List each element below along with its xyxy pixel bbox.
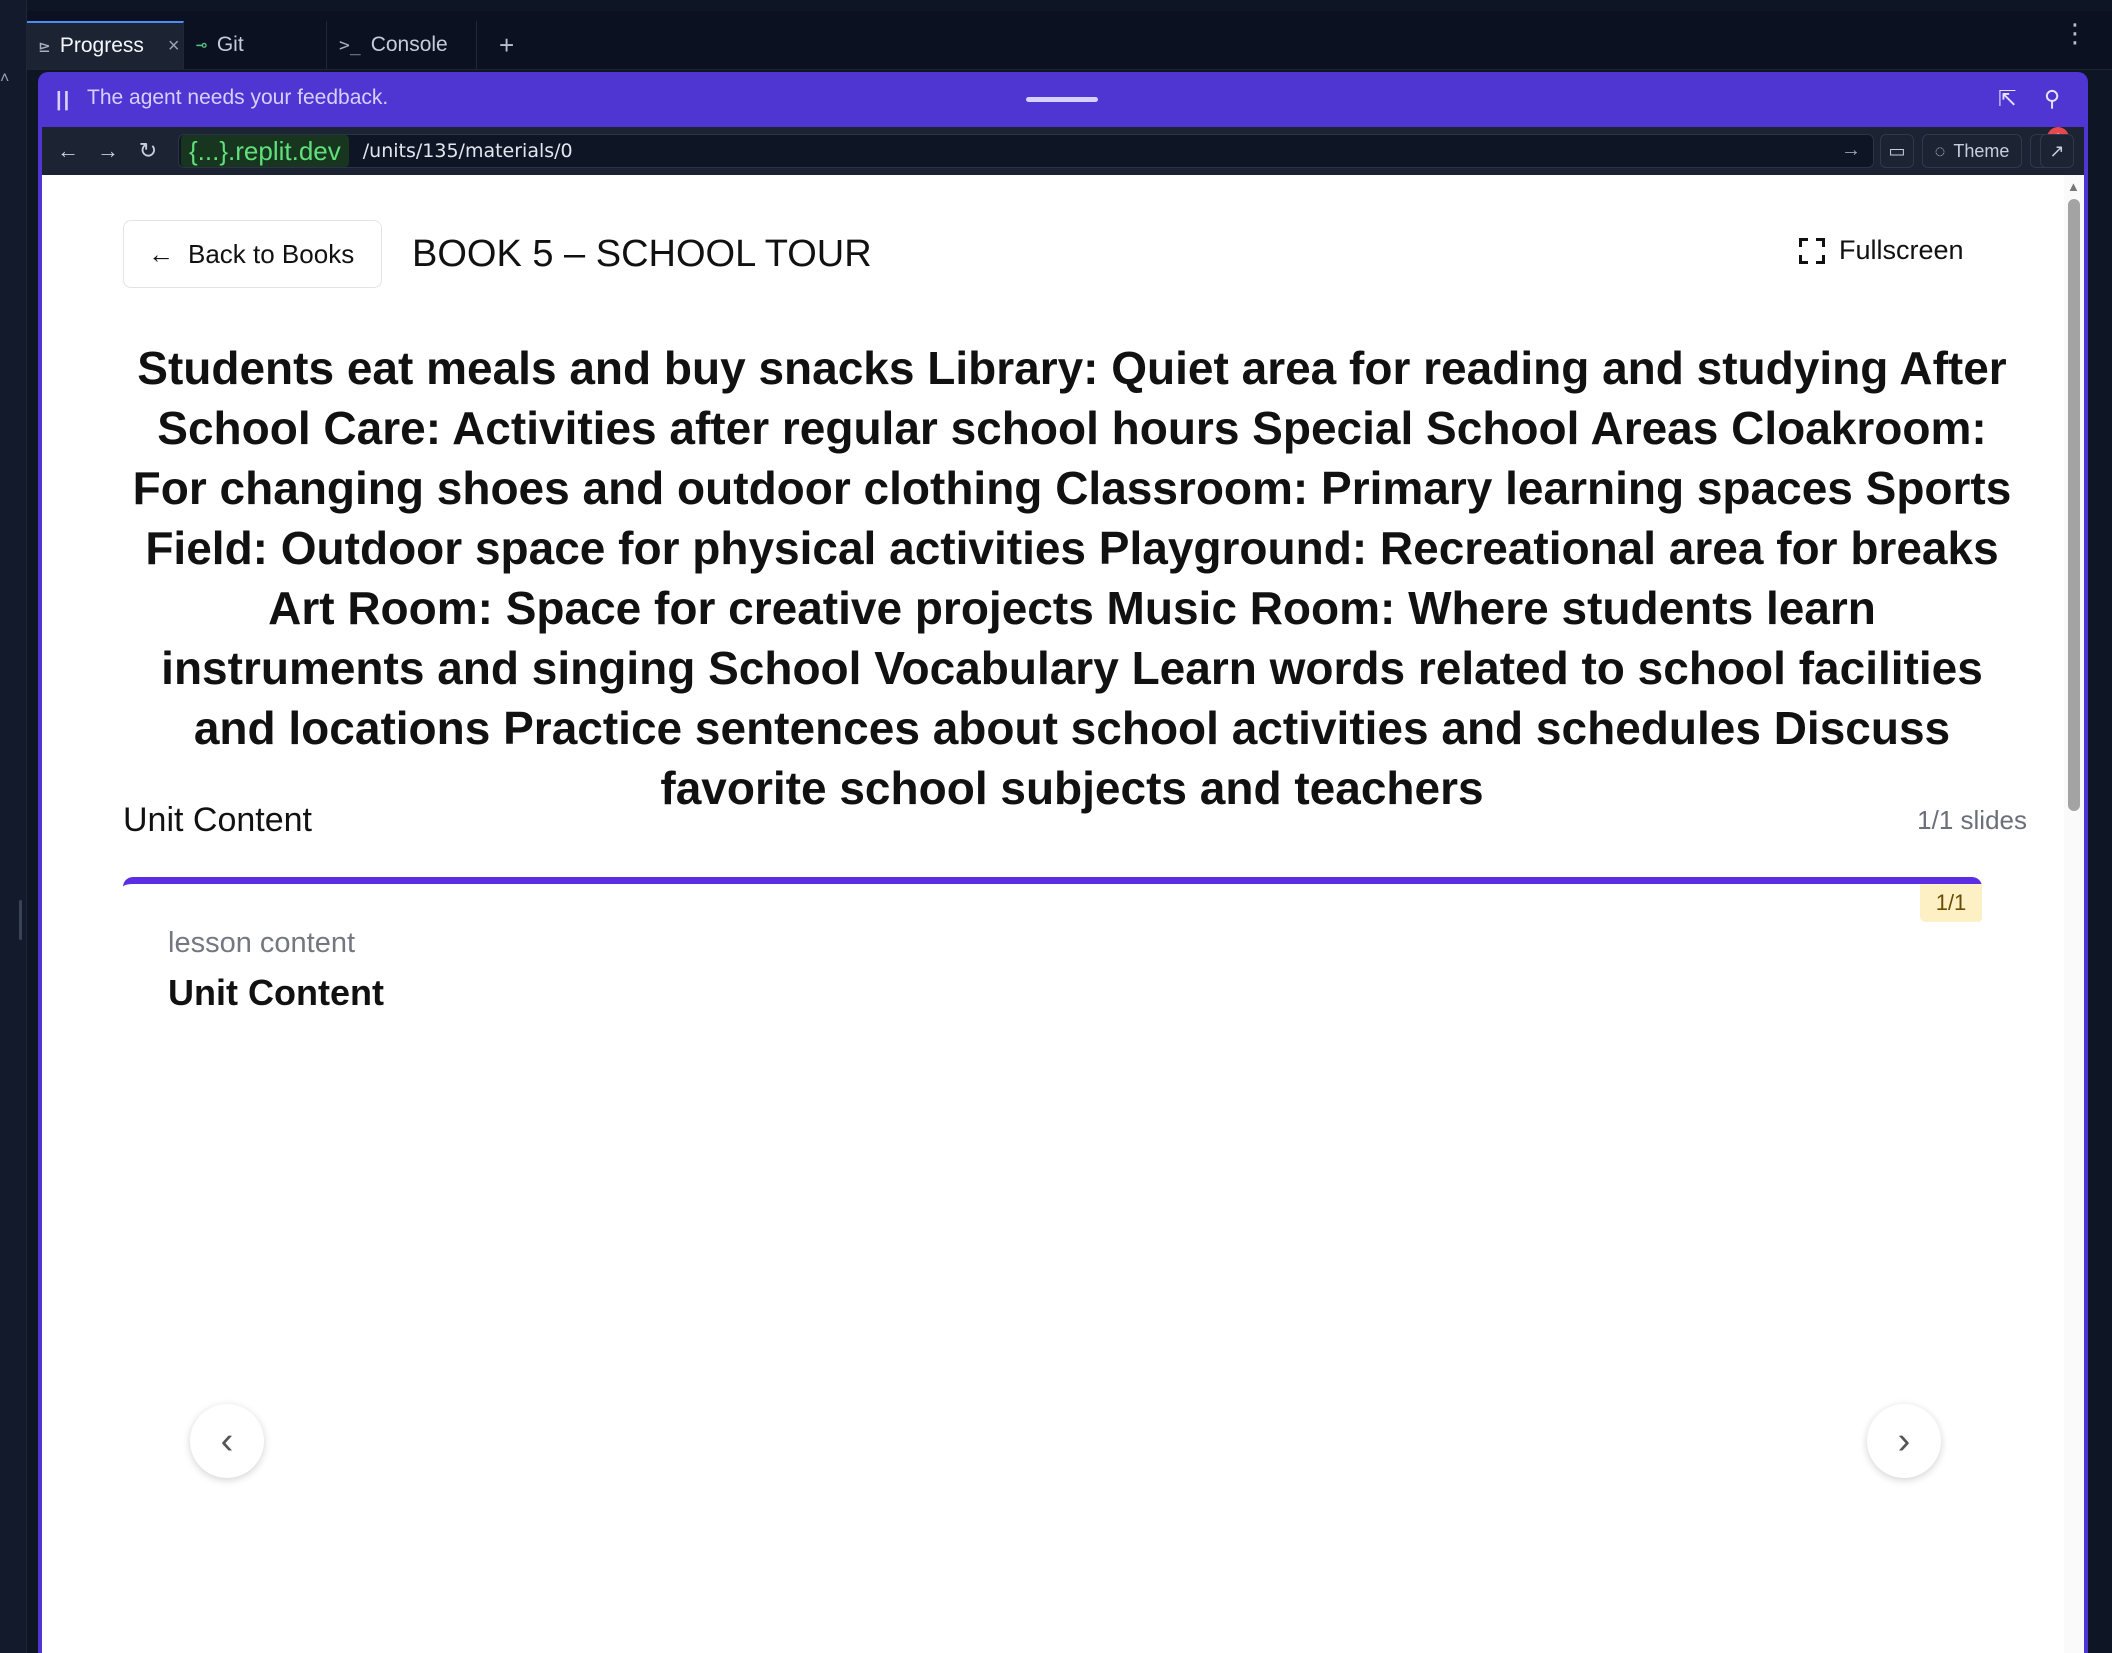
tab-progress[interactable]: ⊵ Progress × (27, 21, 184, 69)
slide-badge: 1/1 (1920, 884, 1982, 922)
agent-feedback-bar: || The agent needs your feedback. ⇱ ⚲ (38, 72, 2088, 127)
unit-summary: Students eat meals and buy snacks Librar… (132, 342, 2012, 814)
scrollbar[interactable]: ▲ (2064, 175, 2084, 1653)
tab-git[interactable]: ⊸ Git (184, 21, 327, 69)
palette-icon: ◌ (1934, 140, 1946, 161)
arrow-left-icon: ← (148, 238, 174, 269)
tab-label: Console (370, 33, 448, 56)
page-viewport: ← Back to Books BOOK 5 – SCHOOL TOUR Ful… (42, 175, 2084, 1653)
fullscreen-button[interactable]: Fullscreen (1799, 235, 1964, 266)
tab-bar: ⊵ Progress × ⊸ Git >_ Console + ⋮ (27, 0, 2112, 70)
close-icon[interactable]: × (168, 35, 180, 58)
chevron-right-icon: › (1897, 1419, 1911, 1462)
tab-label: Progress (59, 34, 144, 57)
back-to-books-button[interactable]: ← Back to Books (123, 220, 382, 288)
collapse-caret-icon[interactable]: ˄ (0, 70, 9, 88)
add-tab-button[interactable]: + (477, 21, 536, 69)
progress-icon: ⊵ (39, 35, 50, 57)
ide-window: ˄ ⊵ Progress × ⊸ Git >_ Console + ⋮ || T… (0, 0, 2112, 1653)
back-arrow-icon[interactable]: ← (48, 138, 88, 164)
popout-icon[interactable]: ⇱ (1998, 86, 2016, 112)
agent-message: The agent needs your feedback. (87, 86, 389, 109)
tab-label: Git (216, 33, 244, 56)
theme-label: Theme (1953, 140, 2010, 161)
url-field[interactable]: {...}.replit.dev /units/135/materials/0 … (178, 134, 1874, 168)
open-new-tab-icon[interactable]: ↗ (2040, 134, 2074, 168)
page-title: BOOK 5 – SCHOOL TOUR (412, 233, 872, 275)
go-arrow-icon[interactable]: → (1841, 139, 1861, 162)
forward-arrow-icon[interactable]: → (88, 138, 128, 164)
slide-heading: Unit Content (168, 972, 384, 1013)
browser-toolbar: ← → ↻ {...}.replit.dev /units/135/materi… (42, 127, 2084, 175)
left-gutter: ˄ (0, 0, 27, 1653)
reload-icon[interactable]: ↻ (128, 138, 168, 164)
next-slide-button[interactable]: › (1867, 1404, 1941, 1478)
pin-icon[interactable]: ⚲ (2044, 86, 2060, 112)
fullscreen-label: Fullscreen (1839, 235, 1964, 265)
device-icon[interactable]: ▭ (1880, 134, 1914, 168)
console-icon: >_ (339, 34, 361, 56)
pause-icon[interactable]: || (56, 89, 71, 112)
previous-slide-button[interactable]: ‹ (190, 1404, 264, 1478)
slide-card: 1/1 lesson content Unit Content ‹ › (123, 877, 1982, 1653)
tab-console[interactable]: >_ Console (327, 21, 477, 69)
back-label: Back to Books (188, 238, 355, 269)
chevron-left-icon: ‹ (220, 1419, 234, 1462)
fullscreen-icon (1799, 237, 1825, 264)
theme-button[interactable]: ◌ Theme (1922, 134, 2022, 168)
git-icon: ⊸ (196, 34, 207, 56)
scroll-up-icon[interactable]: ▲ (2067, 179, 2080, 194)
section-title: Unit Content (123, 801, 312, 839)
preview-panel: || The agent needs your feedback. ⇱ ⚲ ← … (38, 72, 2088, 1653)
drag-handle[interactable] (1026, 97, 1098, 102)
slide-count: 1/1 slides (1917, 805, 2027, 835)
url-host: {...}.replit.dev (181, 135, 349, 167)
slide-label: lesson content (168, 927, 356, 959)
more-options-icon[interactable]: ⋮ (2062, 20, 2088, 46)
scroll-thumb[interactable] (2068, 199, 2080, 811)
resize-handle[interactable] (19, 900, 22, 940)
url-path: /units/135/materials/0 (362, 140, 573, 162)
